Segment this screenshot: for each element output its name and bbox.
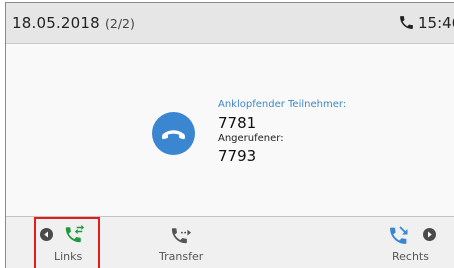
called-party-label: Angerufener: (218, 133, 284, 144)
time-text: 15:46 (418, 14, 454, 32)
called-party-number: 7793 (218, 147, 257, 165)
phone-screen: 18.05.2018 (2/2) 15:46 Anklopfender Teil… (5, 2, 454, 268)
call-info: Anklopfender Teilnehmer: 7781 Angerufene… (218, 99, 346, 165)
selection-highlight (34, 217, 100, 268)
softkey-rechts-label: Rechts (392, 250, 429, 263)
hangup-icon (162, 130, 185, 140)
softkey-bar: Links Transfer Rechts (6, 216, 454, 268)
waiting-party-number: 7781 (218, 114, 257, 132)
hangup-button[interactable] (152, 112, 195, 155)
softkey-rechts[interactable]: Rechts (381, 217, 451, 268)
page-indicator: (2/2) (105, 16, 135, 31)
phone-icon (400, 16, 413, 29)
status-bar: 18.05.2018 (2/2) 15:46 (6, 3, 454, 44)
call-area: Anklopfender Teilnehmer: 7781 Angerufene… (6, 44, 454, 216)
call-right-icon (390, 226, 408, 244)
arrow-right-icon (423, 228, 436, 241)
waiting-party-label: Anklopfender Teilnehmer: (218, 99, 347, 110)
softkey-transfer-label: Transfer (159, 250, 204, 263)
date-text: 18.05.2018 (12, 14, 100, 32)
softkey-transfer[interactable]: Transfer (151, 217, 211, 268)
transfer-icon (171, 228, 192, 244)
